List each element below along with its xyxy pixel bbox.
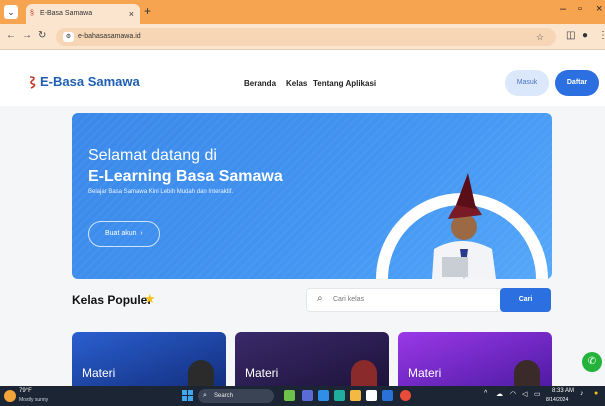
windows-start-icon[interactable] xyxy=(182,390,194,402)
task-view-icon[interactable] xyxy=(302,390,313,401)
register-button[interactable]: Daftar xyxy=(555,70,599,96)
extensions-icon[interactable]: ◫ xyxy=(566,30,575,41)
login-button[interactable]: Masuk xyxy=(505,70,549,96)
nav-kelas[interactable]: Kelas xyxy=(286,79,307,88)
reload-icon[interactable]: ↻ xyxy=(38,30,46,41)
window-close-icon[interactable]: × xyxy=(596,3,602,15)
logo-icon xyxy=(29,76,36,89)
file-explorer-icon[interactable] xyxy=(350,390,361,401)
tab-close-icon[interactable]: × xyxy=(129,4,134,24)
whatsapp-icon[interactable]: ✆ xyxy=(582,352,602,372)
search-placeholder: Cari kelas xyxy=(333,296,365,303)
wifi-icon[interactable]: ◠ xyxy=(510,390,516,398)
store-app-icon[interactable] xyxy=(366,390,377,401)
web-page: E-Basa Samawa Beranda Kelas Tentang Apli… xyxy=(0,50,605,386)
class-card[interactable]: Materi xyxy=(398,332,552,386)
weather-temperature[interactable]: 79°F xyxy=(19,388,32,394)
teams-app-icon[interactable] xyxy=(334,390,345,401)
notification-bell-icon[interactable]: ♪ xyxy=(580,390,584,397)
class-card-label: Materi xyxy=(408,366,442,380)
site-favicon-icon: § xyxy=(30,10,34,17)
url-text: e-bahasasamawa.id xyxy=(78,33,141,40)
profile-icon[interactable]: ● xyxy=(582,30,588,41)
taskbar-search-label: Search xyxy=(214,393,234,399)
class-card[interactable]: Materi xyxy=(235,332,389,386)
tray-overflow-icon[interactable]: ^ xyxy=(484,390,487,397)
class-card-image xyxy=(514,360,540,386)
os-taskbar: 79°F Mostly sunny ⌕ Search ^ ☁ ◠ ◁ ▭ 8:3… xyxy=(0,386,605,406)
weather-sun-icon[interactable] xyxy=(4,390,16,402)
cloud-icon[interactable]: ☁ xyxy=(496,390,503,398)
minimize-icon[interactable]: – xyxy=(560,3,566,15)
tab-search-icon[interactable]: ⌄ xyxy=(4,5,18,19)
browser-menu-icon[interactable]: ⋮ xyxy=(598,30,605,41)
hero-banner: Selamat datang di E-Learning Basa Samawa… xyxy=(72,113,552,279)
create-account-button[interactable]: Buat akun › xyxy=(88,221,160,247)
weather-description[interactable]: Mostly sunny xyxy=(19,397,48,403)
chrome-app-icon[interactable] xyxy=(400,390,411,401)
edge-app-icon[interactable] xyxy=(318,390,329,401)
class-card-image xyxy=(188,360,214,386)
popular-classes-title: Kelas Populer xyxy=(72,293,153,307)
site-info-icon[interactable]: ⚙ xyxy=(63,32,74,42)
nav-beranda[interactable]: Beranda xyxy=(244,79,276,88)
class-card[interactable]: Materi xyxy=(72,332,226,386)
chevron-right-icon: › xyxy=(138,230,143,237)
class-card-image xyxy=(351,360,377,386)
class-search-input[interactable]: ⌕ Cari kelas xyxy=(306,288,502,312)
search-icon: ⌕ xyxy=(203,392,207,399)
search-button[interactable]: Cari xyxy=(500,288,551,312)
back-icon[interactable]: ← xyxy=(6,30,16,41)
hero-illustration xyxy=(376,173,548,279)
class-card-label: Materi xyxy=(82,366,116,380)
nav-tentang-aplikasi[interactable]: Tentang Aplikasi xyxy=(313,79,376,88)
battery-icon[interactable]: ▭ xyxy=(534,390,541,398)
bookmark-star-icon[interactable]: ☆ xyxy=(536,28,544,46)
new-tab-icon[interactable]: + xyxy=(144,4,151,18)
address-bar[interactable]: ⚙ e-bahasasamawa.id ☆ xyxy=(56,28,556,46)
forward-icon[interactable]: → xyxy=(22,30,32,41)
tab-title: E-Basa Samawa xyxy=(40,10,93,17)
create-account-label: Buat akun xyxy=(105,230,137,237)
mail-app-icon[interactable] xyxy=(382,390,393,401)
widgets-app-icon[interactable] xyxy=(284,390,295,401)
browser-tab[interactable]: § E-Basa Samawa × xyxy=(26,4,140,24)
site-header: E-Basa Samawa Beranda Kelas Tentang Apli… xyxy=(0,50,605,106)
clock-time[interactable]: 8:33 AM xyxy=(552,388,574,394)
site-logo[interactable]: E-Basa Samawa xyxy=(40,74,140,89)
search-icon: ⌕ xyxy=(317,293,323,304)
hero-greeting: Selamat datang di xyxy=(88,147,217,164)
star-icon: ★ xyxy=(144,291,156,306)
browser-toolbar: ← → ↻ ⚙ e-bahasasamawa.id ☆ ◫ ● ⋮ xyxy=(0,24,605,50)
volume-icon[interactable]: ◁ xyxy=(522,390,527,398)
hero-title: E-Learning Basa Samawa xyxy=(88,168,283,185)
clock-date[interactable]: 8/14/2024 xyxy=(546,397,568,403)
taskbar-search[interactable]: ⌕ Search xyxy=(198,389,274,403)
copilot-icon[interactable]: ● xyxy=(594,390,598,397)
browser-tab-strip: ⌄ § E-Basa Samawa × + – ▫ × xyxy=(0,0,605,24)
class-card-label: Materi xyxy=(245,366,279,380)
maximize-icon[interactable]: ▫ xyxy=(578,3,582,15)
hero-tagline: Belajar Basa Samawa Kini Lebih Mudah dan… xyxy=(88,189,234,195)
